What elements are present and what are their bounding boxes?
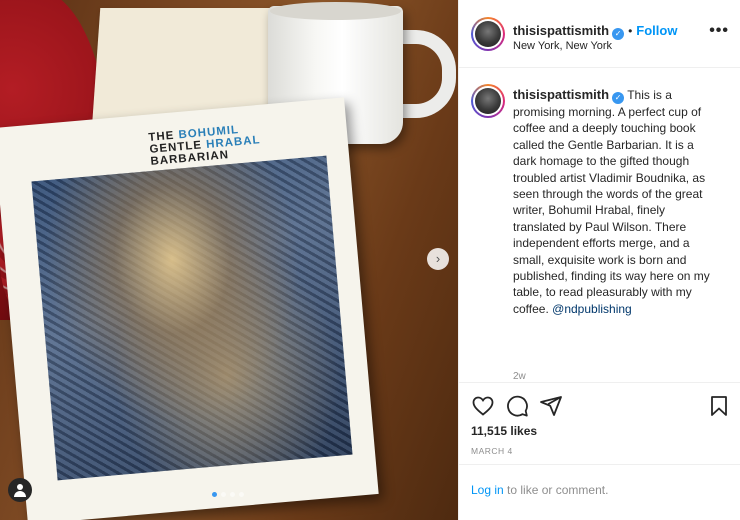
user-tag-icon[interactable] xyxy=(8,478,32,502)
mug-rim xyxy=(270,2,401,20)
post-date: MARCH 4 xyxy=(471,446,513,456)
carousel-dot xyxy=(221,492,226,497)
avatar[interactable] xyxy=(471,17,505,51)
location-link[interactable]: New York, New York xyxy=(513,40,612,52)
caption-section: thisispattismith ✓ This is a promising mo… xyxy=(459,68,740,382)
post-side-panel: thisispattismith ✓ • Follow New York, New Y… xyxy=(458,0,740,520)
login-link[interactable]: Log in xyxy=(471,483,504,497)
username-link[interactable]: thisispattismith xyxy=(513,23,609,38)
caption-text: thisispattismith ✓ This is a promising mo… xyxy=(513,87,713,317)
separator-dot: • xyxy=(628,24,633,38)
verified-badge-icon: ✓ xyxy=(612,92,625,104)
next-photo-button[interactable]: › xyxy=(427,248,449,270)
likes-count[interactable]: 11,515 likes xyxy=(471,424,537,438)
comment-area: Log in to like or comment. xyxy=(459,464,740,520)
bookmark-icon[interactable] xyxy=(707,394,731,418)
login-prompt: Log in to like or comment. xyxy=(471,483,608,497)
heart-icon[interactable] xyxy=(471,394,495,418)
share-icon[interactable] xyxy=(539,394,563,418)
post-time[interactable]: 2w xyxy=(513,371,526,382)
action-bar: 11,515 likes MARCH 4 xyxy=(459,382,740,464)
caption-username[interactable]: thisispattismith xyxy=(513,87,609,102)
header-username-row: thisispattismith ✓ • Follow xyxy=(513,22,677,40)
follow-button[interactable]: Follow xyxy=(636,23,677,38)
caption-avatar[interactable] xyxy=(471,84,505,118)
post-photo[interactable]: THE BOHUMIL GENTLE HRABAL BARBARIAN › xyxy=(0,0,458,520)
carousel-dots xyxy=(212,492,244,497)
book-artwork xyxy=(31,155,353,481)
verified-badge-icon: ✓ xyxy=(612,28,625,40)
carousel-dot xyxy=(212,492,217,497)
instagram-post: THE BOHUMIL GENTLE HRABAL BARBARIAN › th… xyxy=(0,0,740,520)
user-tag-body xyxy=(14,491,26,497)
carousel-dot xyxy=(230,492,235,497)
user-tag-head xyxy=(17,484,23,490)
carousel-dot xyxy=(239,492,244,497)
post-header: thisispattismith ✓ • Follow New York, New Y… xyxy=(459,0,740,68)
caption-body: This is a promising morning. A perfect c… xyxy=(513,88,710,316)
login-prompt-text: to like or comment. xyxy=(503,483,609,497)
comment-icon[interactable] xyxy=(505,394,529,418)
mention-link[interactable]: @ndpublishing xyxy=(552,302,632,316)
more-options-icon[interactable]: ••• xyxy=(709,22,729,40)
